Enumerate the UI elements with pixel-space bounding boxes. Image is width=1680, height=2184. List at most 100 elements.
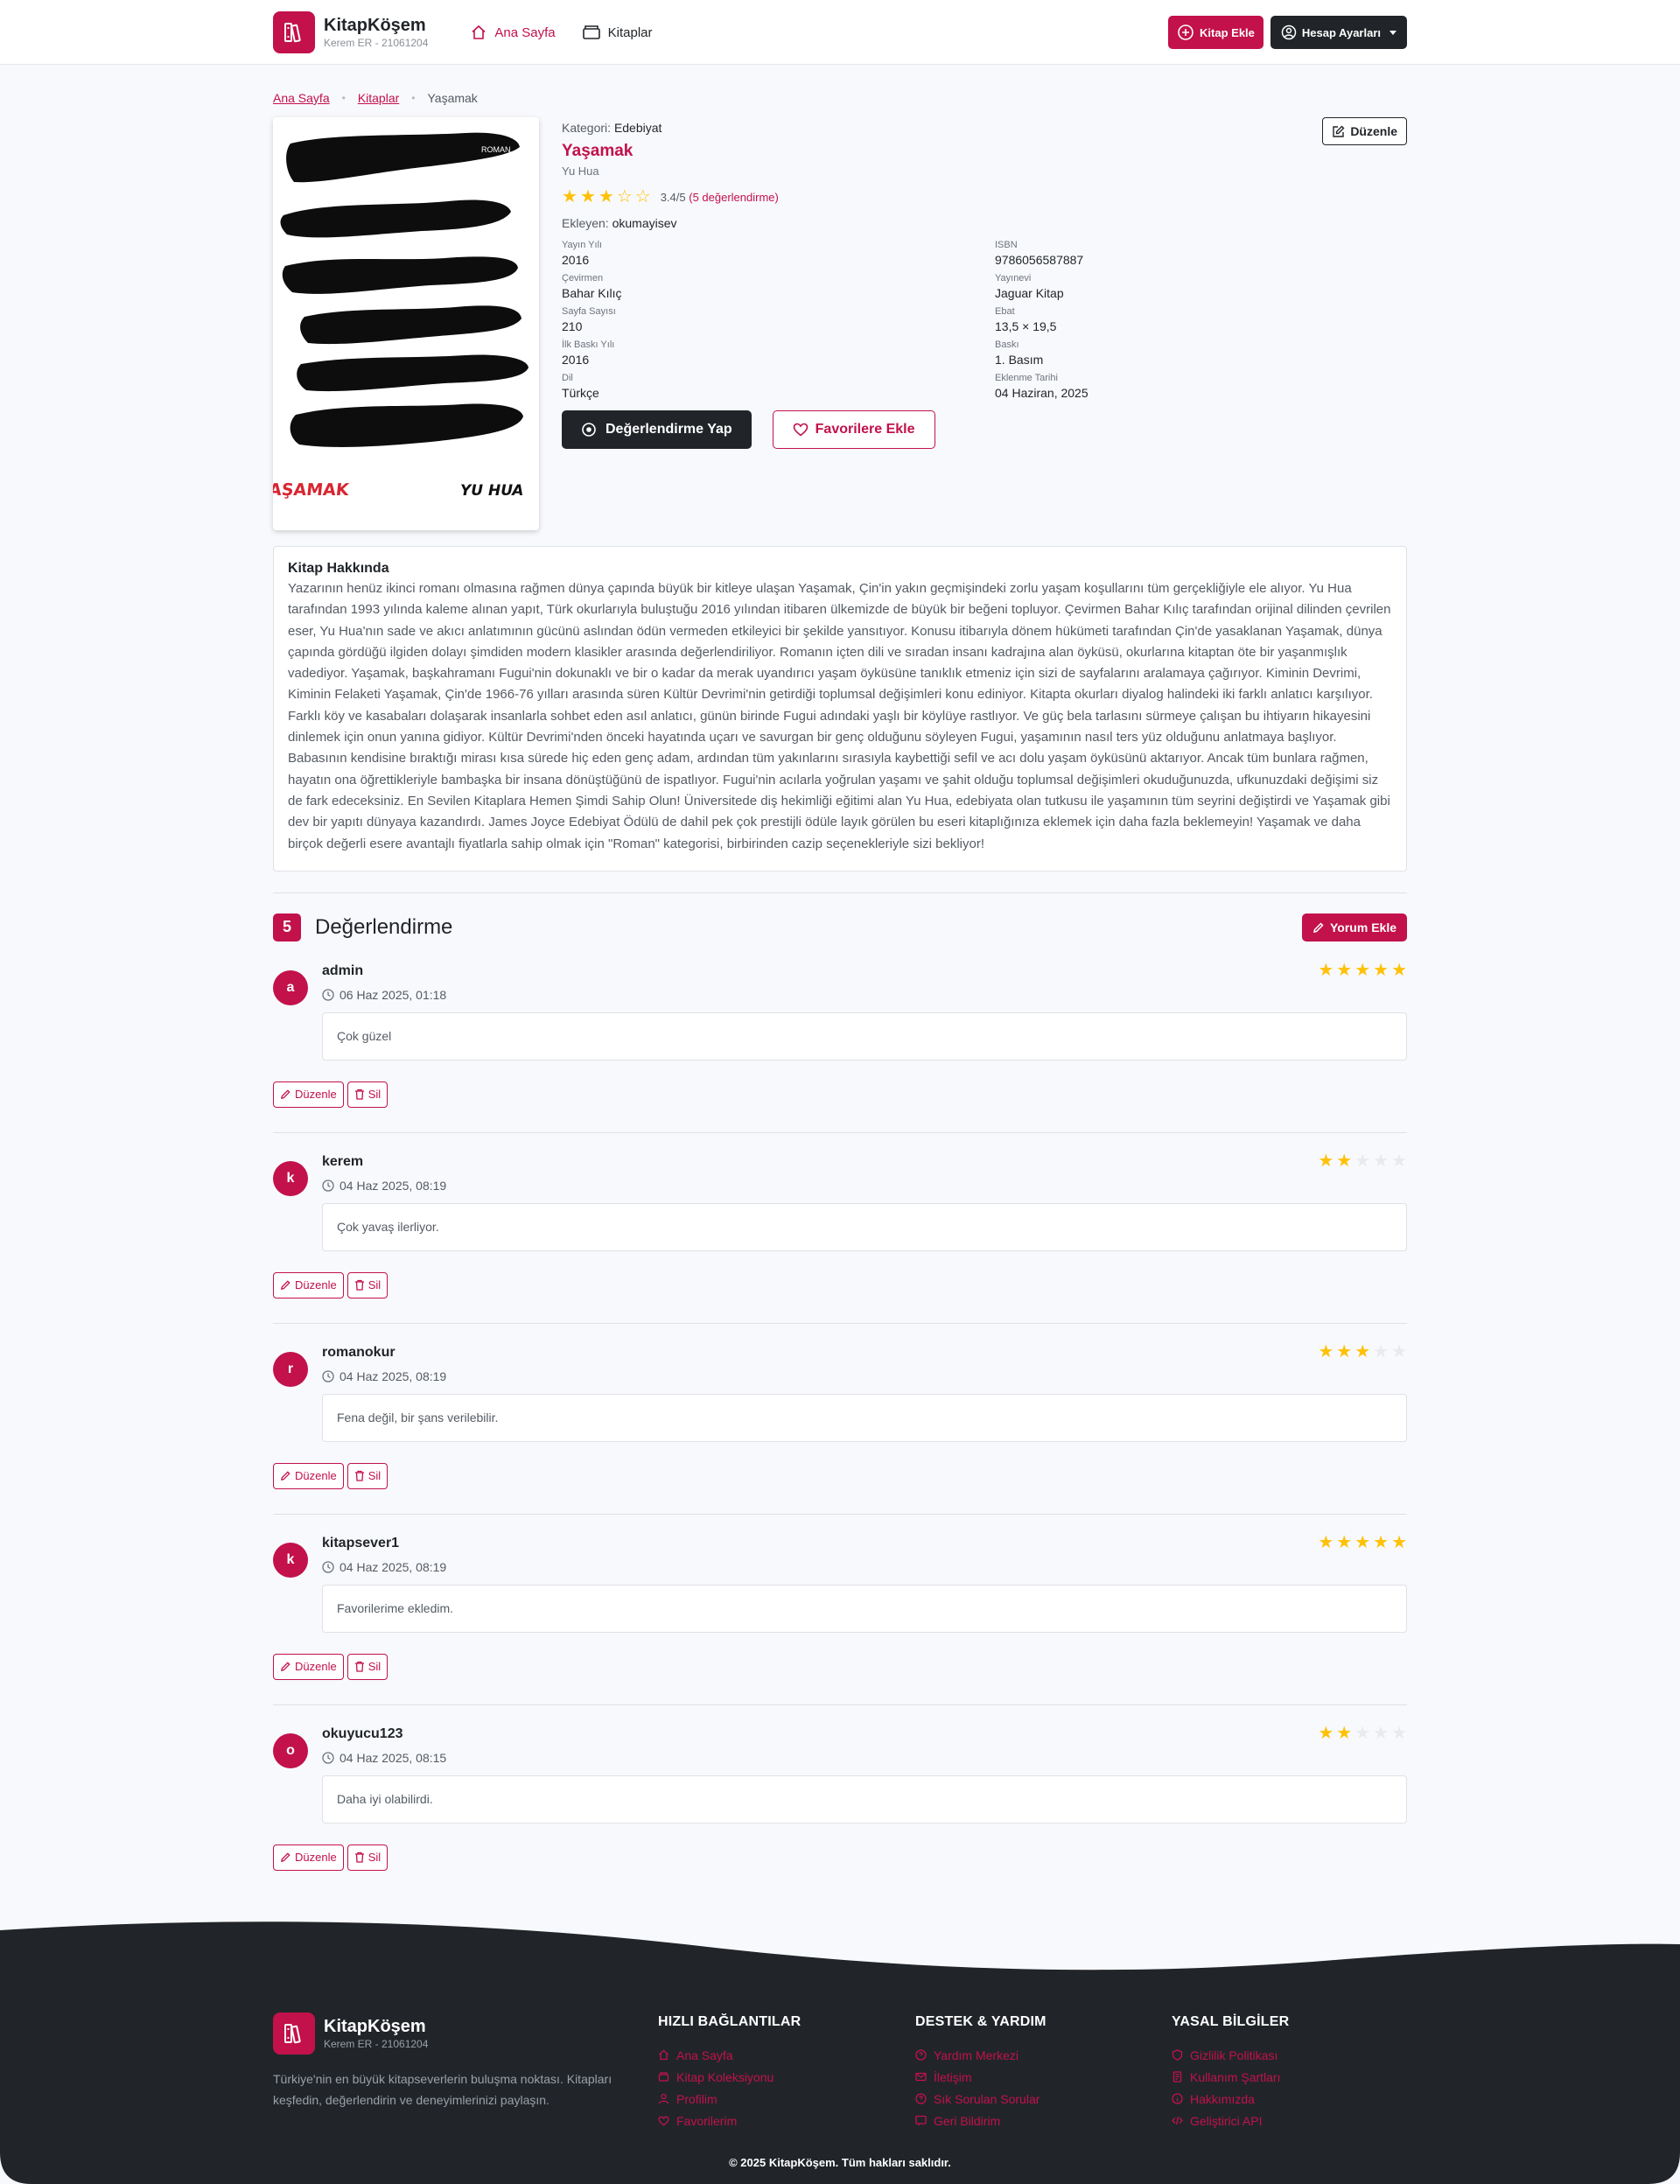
detail-page-count: Sayfa Sayısı 210 (562, 305, 995, 335)
detail-publish-year: Yayın Yılı 2016 (562, 239, 995, 269)
main-content: Ana Sayfa • Kitaplar • Yaşamak ROMAN YAŞ… (273, 65, 1407, 1871)
book-rating-stars: ★ ★ ★ ☆ ☆ (562, 188, 654, 206)
footer-link-collection[interactable]: Kitap Koleksiyonu (658, 2066, 801, 2088)
delete-review-button[interactable]: Sil (346, 1844, 388, 1871)
add-favorite-button[interactable]: Favorilere Ekle (772, 410, 935, 449)
star-filled-icon: ★ (1336, 1723, 1353, 1743)
user-icon (658, 2093, 669, 2104)
clock-icon (322, 1180, 334, 1192)
review-actions: Düzenle Sil (273, 1271, 1407, 1298)
detail-value: 1. Basım (995, 353, 1044, 367)
edit-review-button[interactable]: Düzenle (273, 1271, 344, 1298)
cover-tag: ROMAN (481, 145, 511, 154)
footer-link-label: Profilim (676, 2091, 718, 2106)
footer-link-feedback[interactable]: Geri Bildirim (915, 2110, 1046, 2132)
breadcrumb-books-link[interactable]: Kitaplar (358, 91, 399, 105)
footer-link-faq[interactable]: Sık Sorulan Sorular (915, 2088, 1046, 2110)
review-comment: Çok yavaş ilerliyor. (322, 1202, 1407, 1251)
footer-link-label: Gizlilik Politikası (1190, 2048, 1278, 2062)
detail-label: Yayınevi (995, 273, 1032, 284)
delete-review-label: Sil (368, 1088, 382, 1102)
detail-value: 13,5 × 19,5 (995, 319, 1057, 333)
star-filled-icon: ★ (1336, 1532, 1353, 1552)
footer-link-profile[interactable]: Profilim (658, 2088, 801, 2110)
nav-home-link[interactable]: Ana Sayfa (470, 24, 556, 41)
edit-review-button[interactable]: Düzenle (273, 1653, 344, 1680)
books-logo-icon (273, 11, 315, 53)
star-filled-icon: ★ (1336, 1151, 1353, 1171)
nav-books-link[interactable]: Kitaplar (582, 24, 652, 41)
cover-title: YAŞAMAK (273, 480, 351, 500)
review-username: kitapsever1 (322, 1535, 400, 1550)
star-filled-icon: ★ (1318, 1151, 1334, 1171)
star-filled-icon: ★ (1318, 960, 1334, 980)
edit-book-label: Düzenle (1350, 124, 1397, 138)
star-filled-icon: ★ (1354, 960, 1371, 980)
footer-link-help-center[interactable]: Yardım Merkezi (915, 2044, 1046, 2066)
rating-summary: 3.4/5 (5 değerlendirme) (661, 191, 779, 204)
star-filled-icon: ★ (1354, 1341, 1371, 1362)
detail-publisher: Yayınevi Jaguar Kitap (995, 272, 1406, 302)
star-empty-icon: ★ (1391, 1341, 1407, 1362)
star-filled-icon: ★ (579, 187, 596, 206)
clock-icon (322, 1752, 334, 1764)
star-empty-icon: ★ (1391, 1151, 1407, 1171)
footer-quick-links: HIZLI BAĞLANTILAR Ana Sayfa Kitap Koleks… (658, 2014, 801, 2132)
house-icon (472, 24, 486, 39)
heart-icon (793, 423, 808, 437)
review-comment: Çok güzel (322, 1012, 1407, 1060)
footer-link-contact[interactable]: İletişim (915, 2066, 1046, 2088)
footer-link-label: İletişim (934, 2069, 972, 2084)
delete-review-button[interactable]: Sil (346, 1653, 388, 1680)
rate-book-button[interactable]: Değerlendirme Yap (562, 410, 752, 449)
top-navbar: KitapKöşem Kerem ER - 21061204 Ana Sayfa… (0, 0, 1680, 65)
added-by-label: Ekleyen: (562, 216, 609, 230)
nav-home-label: Ana Sayfa (494, 24, 556, 40)
add-book-button[interactable]: Kitap Ekle (1168, 16, 1264, 49)
account-settings-label: Hesap Ayarları (1301, 25, 1381, 39)
brand-logo-link[interactable]: KitapKöşem Kerem ER - 21061204 (273, 11, 428, 53)
review-date-text: 04 Haz 2025, 08:19 (340, 1559, 447, 1574)
edit-book-button[interactable]: Düzenle (1322, 117, 1407, 145)
plus-circle-icon (1178, 24, 1194, 40)
document-icon (1172, 2071, 1182, 2082)
star-filled-icon: ★ (1336, 1341, 1353, 1362)
reviews-section: 5 Değerlendirme Yorum Ekle a admin ★ ★ ★ ★ ★ (273, 913, 1407, 1871)
detail-label: Ebat (995, 306, 1015, 317)
review-username: romanokur (322, 1344, 396, 1360)
breadcrumb-home-link[interactable]: Ana Sayfa (273, 91, 330, 105)
rating-value: 3.4/5 (660, 190, 686, 204)
delete-review-button[interactable]: Sil (346, 1081, 388, 1108)
review-list: a admin ★ ★ ★ ★ ★ 06 Haz 2025, 01:18 Çok güz… (273, 942, 1407, 1871)
footer-link-privacy[interactable]: Gizlilik Politikası (1172, 2044, 1289, 2066)
edit-review-button[interactable]: Düzenle (273, 1081, 344, 1108)
footer-link-about[interactable]: Hakkımızda (1172, 2088, 1289, 2110)
footer-brand-name: KitapKöşem (324, 2017, 426, 2036)
footer-link-home[interactable]: Ana Sayfa (658, 2044, 801, 2066)
delete-review-button[interactable]: Sil (346, 1271, 388, 1298)
review-actions: Düzenle Sil (273, 1653, 1407, 1680)
pencil-icon (281, 1662, 290, 1672)
footer-link-developer-api[interactable]: Geliştirici API (1172, 2110, 1289, 2132)
add-favorite-label: Favorilere Ekle (815, 422, 915, 437)
footer-legal-links: YASAL BİLGİLER Gizlilik Politikası Kulla… (1172, 2014, 1289, 2132)
footer-link-terms[interactable]: Kullanım Şartları (1172, 2066, 1289, 2088)
footer-legal-title: YASAL BİLGİLER (1172, 2014, 1290, 2029)
account-settings-dropdown[interactable]: Hesap Ayarları (1270, 16, 1407, 49)
edit-review-button[interactable]: Düzenle (273, 1844, 344, 1871)
footer-copyright: © 2025 KitapKöşem. Tüm hakları saklıdır. (729, 2156, 951, 2169)
avatar: r (273, 1351, 308, 1387)
detail-value: 2016 (562, 253, 590, 267)
review-item: r romanokur ★ ★ ★ ★ ★ 04 Haz 2025, 08:19 Fen… (273, 1322, 1407, 1489)
review-item: k kerem ★ ★ ★ ★ ★ 04 Haz 2025, 08:19 Çok yav… (273, 1131, 1407, 1298)
pencil-icon (281, 1280, 290, 1291)
edit-review-button[interactable]: Düzenle (273, 1462, 344, 1489)
add-comment-button[interactable]: Yorum Ekle (1302, 913, 1407, 942)
star-filled-icon: ★ (1391, 1532, 1407, 1552)
delete-review-button[interactable]: Sil (346, 1462, 388, 1489)
footer-link-favorites[interactable]: Favorilerim (658, 2110, 801, 2132)
home-icon (659, 2049, 668, 2061)
reviews-heading: Değerlendirme (315, 914, 453, 939)
book-category: Kategori: Edebiyat (562, 121, 1407, 135)
reviews-count-badge: 5 (273, 913, 301, 942)
